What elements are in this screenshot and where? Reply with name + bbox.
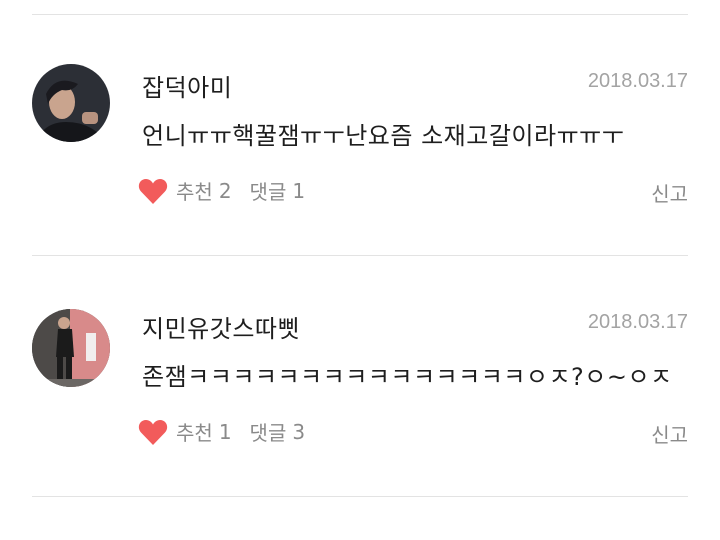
comment-text: 언니ㅠㅠ핵꿀잼ㅠㅜ난요즘 소재고갈이라ㅠㅠㅜ: [142, 122, 625, 150]
report-button[interactable]: 신고: [651, 419, 688, 448]
username[interactable]: 잡덕아미: [142, 68, 232, 103]
comment-date: 2018.03.17: [587, 70, 688, 92]
comment-actions: 추천 2 댓글 1: [138, 176, 305, 205]
comment-actions: 추천 1 댓글 3: [138, 417, 305, 446]
reply-button[interactable]: 댓글 1: [250, 176, 306, 205]
like-count: 2: [218, 178, 232, 203]
comment-list: 잡덕아미 2018.03.17 언니ㅠㅠ핵꿀잼ㅠㅜ난요즘 소재고갈이라ㅠㅠㅜ 추…: [0, 0, 720, 540]
report-button[interactable]: 신고: [651, 178, 688, 207]
reply-button[interactable]: 댓글 3: [250, 417, 306, 446]
like-label: 추천: [176, 180, 213, 204]
reply-label: 댓글: [249, 421, 287, 445]
comment-date: 2018.03.17: [587, 311, 688, 333]
heart-icon: [138, 178, 168, 204]
username[interactable]: 지민유갓스따삣: [142, 309, 300, 344]
avatar-image: [32, 64, 110, 142]
divider: [32, 496, 688, 497]
comment-text: 존잼ㅋㅋㅋㅋㅋㅋㅋㅋㅋㅋㅋㅋㅋㅋㅋㅇㅈ?ㅇ~ㅇㅈ: [142, 363, 673, 391]
comment-item: 잡덕아미 2018.03.17 언니ㅠㅠ핵꿀잼ㅠㅜ난요즘 소재고갈이라ㅠㅠㅜ 추…: [0, 0, 720, 240]
heart-icon: [138, 419, 168, 445]
like-button[interactable]: 추천 1: [138, 417, 232, 446]
reply-count: 1: [292, 178, 306, 203]
comment-item: 지민유갓스따삣 2018.03.17 존잼ㅋㅋㅋㅋㅋㅋㅋㅋㅋㅋㅋㅋㅋㅋㅋㅇㅈ?ㅇ…: [0, 241, 720, 481]
like-label: 추천: [176, 421, 213, 445]
reply-label: 댓글: [249, 180, 287, 204]
reply-count: 3: [292, 419, 306, 444]
like-count: 1: [218, 419, 232, 444]
avatar-image: [32, 309, 110, 387]
avatar[interactable]: [32, 64, 110, 142]
avatar[interactable]: [32, 309, 110, 387]
like-button[interactable]: 추천 2: [138, 176, 232, 205]
